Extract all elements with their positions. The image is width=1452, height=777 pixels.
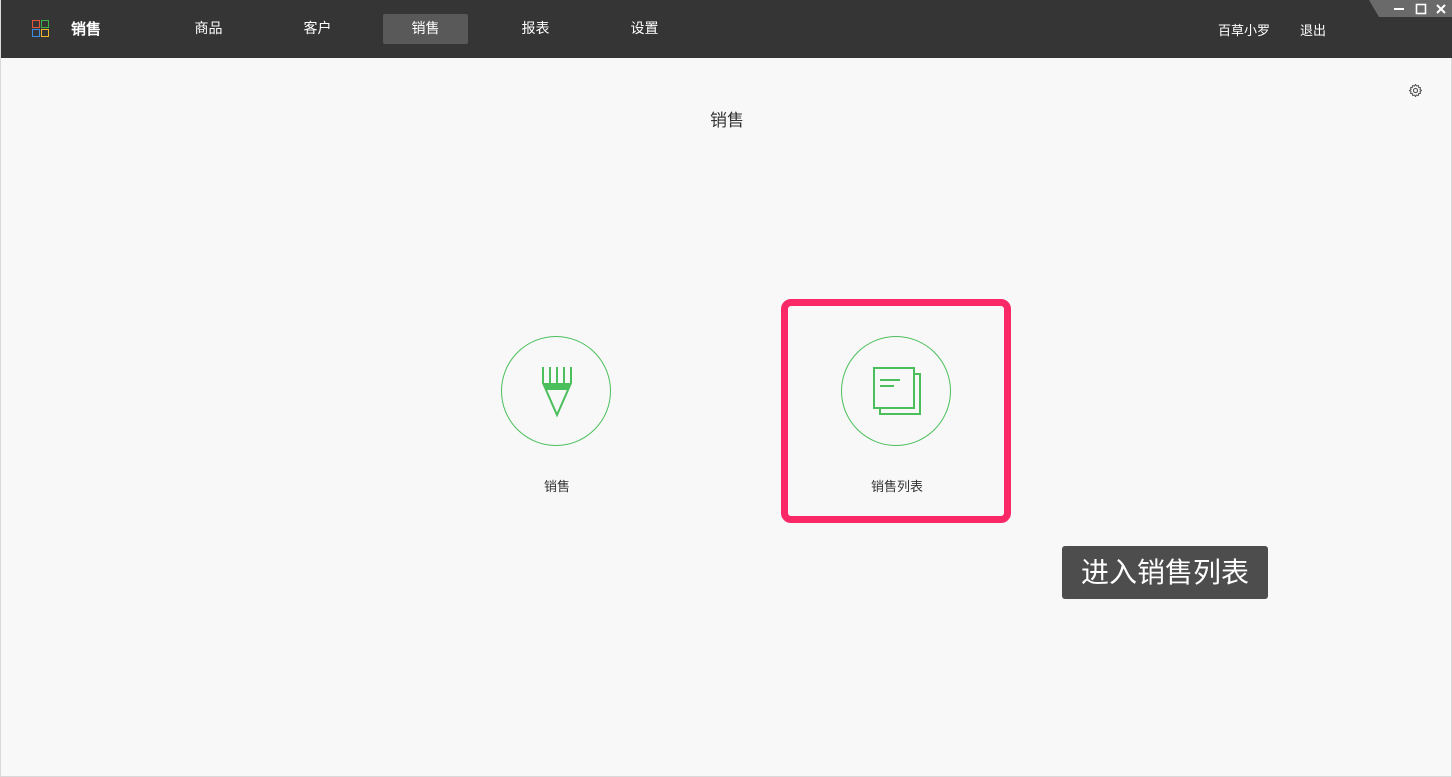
sales-tile-circle [501,336,611,446]
page-title: 销售 [710,111,744,131]
nav-tab-sales[interactable]: 销售 [383,14,468,44]
sales-list-tile[interactable]: 销售列表 [797,300,997,500]
user-name[interactable]: 百草小罗 [1218,20,1270,39]
sales-list-tile-label: 销售列表 [870,480,923,495]
minimize-icon[interactable] [1391,1,1407,17]
maximize-icon[interactable] [1413,1,1429,17]
logout-button[interactable]: 退出 [1300,20,1326,39]
close-icon[interactable] [1433,1,1449,17]
nav-tab-reports[interactable]: 报表 [493,14,578,44]
sales-tile[interactable]: 销售 [457,300,657,500]
sales-list-tile-circle [841,336,951,446]
tooltip: 进入销售列表 [1062,546,1268,599]
nav-tab-customers[interactable]: 客户 [275,14,360,44]
app-window: 销售 商品 客户 销售 报表 设置 百草小罗 退出 销售 销售 销售列表 进入销… [0,0,1452,777]
app-title: 销售 [71,20,102,38]
window-controls [1369,0,1452,17]
nav-tab-products[interactable]: 商品 [166,14,251,44]
nav-tab-settings[interactable]: 设置 [602,14,687,44]
sales-tile-label: 销售 [543,480,570,495]
gear-icon[interactable] [1408,83,1423,98]
pencil-icon [542,367,572,418]
grid-logo-icon [32,20,49,37]
document-list-icon [873,367,921,415]
top-navigation-bar: 销售 商品 客户 销售 报表 设置 百草小罗 退出 [1,0,1452,58]
